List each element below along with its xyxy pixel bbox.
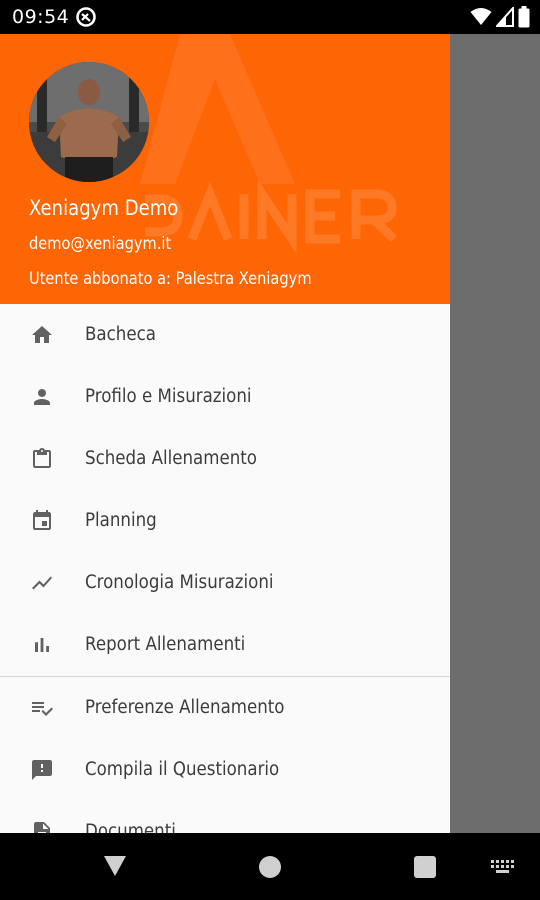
navigation-drawer: Xeniagym Demo demo@xeniagym.it Utente ab… [0, 34, 450, 833]
app-notification-icon [76, 7, 96, 27]
drawer-menu: Bacheca Profilo e Misurazioni Scheda All… [0, 304, 450, 833]
battery-icon [518, 6, 530, 28]
menu-item-bacheca[interactable]: Bacheca [0, 304, 450, 366]
back-triangle-icon[interactable] [103, 855, 127, 877]
user-email: demo@xeniagym.it [29, 234, 172, 254]
calendar-icon [33, 510, 51, 530]
menu-item-cronologia[interactable]: Cronologia Misurazioni [0, 552, 450, 614]
feedback-icon [32, 760, 52, 780]
recents-square-icon[interactable] [414, 856, 436, 878]
menu-item-label: Report Allenamenti [85, 634, 246, 655]
menu-item-label: Bacheca [85, 324, 156, 345]
user-subscription: Utente abbonato a: Palestra Xeniagym [29, 269, 312, 289]
menu-item-documenti[interactable]: Documenti [0, 801, 450, 833]
menu-item-label: Preferenze Allenamento [85, 697, 285, 718]
signal-icon [496, 7, 514, 27]
menu-item-scheda[interactable]: Scheda Allenamento [0, 428, 450, 490]
playlist-check-icon [32, 702, 53, 716]
menu-item-planning[interactable]: Planning [0, 490, 450, 552]
home-icon [32, 326, 52, 343]
menu-item-label: Scheda Allenamento [85, 448, 257, 469]
menu-item-label: Profilo e Misurazioni [85, 386, 252, 407]
home-circle-icon[interactable] [259, 856, 281, 878]
user-name: Xeniagym Demo [29, 196, 179, 220]
bar-chart-icon [35, 638, 49, 652]
avatar[interactable] [29, 62, 149, 182]
menu-item-label: Compila il Questionario [85, 759, 280, 780]
drawer-scrim[interactable] [450, 34, 540, 833]
drawer-header: Xeniagym Demo demo@xeniagym.it Utente ab… [0, 34, 450, 304]
wifi-icon [470, 8, 492, 25]
keyboard-icon[interactable] [491, 860, 515, 874]
system-nav-bar [0, 833, 540, 900]
status-bar: 09:54 [0, 0, 540, 34]
menu-item-report[interactable]: Report Allenamenti [0, 614, 450, 676]
clipboard-icon [33, 448, 51, 468]
menu-item-label: Planning [85, 510, 157, 531]
menu-item-label: Documenti [85, 821, 176, 833]
menu-item-questionario[interactable]: Compila il Questionario [0, 739, 450, 801]
menu-item-profilo[interactable]: Profilo e Misurazioni [0, 366, 450, 428]
menu-item-preferenze[interactable]: Preferenze Allenamento [0, 677, 450, 739]
athlete-photo [29, 62, 149, 182]
person-icon [34, 389, 50, 405]
status-time: 09:54 [12, 6, 70, 28]
menu-item-label: Cronologia Misurazioni [85, 572, 274, 593]
trending-icon [32, 576, 52, 590]
document-icon [34, 822, 50, 833]
brand-watermark [140, 34, 398, 254]
